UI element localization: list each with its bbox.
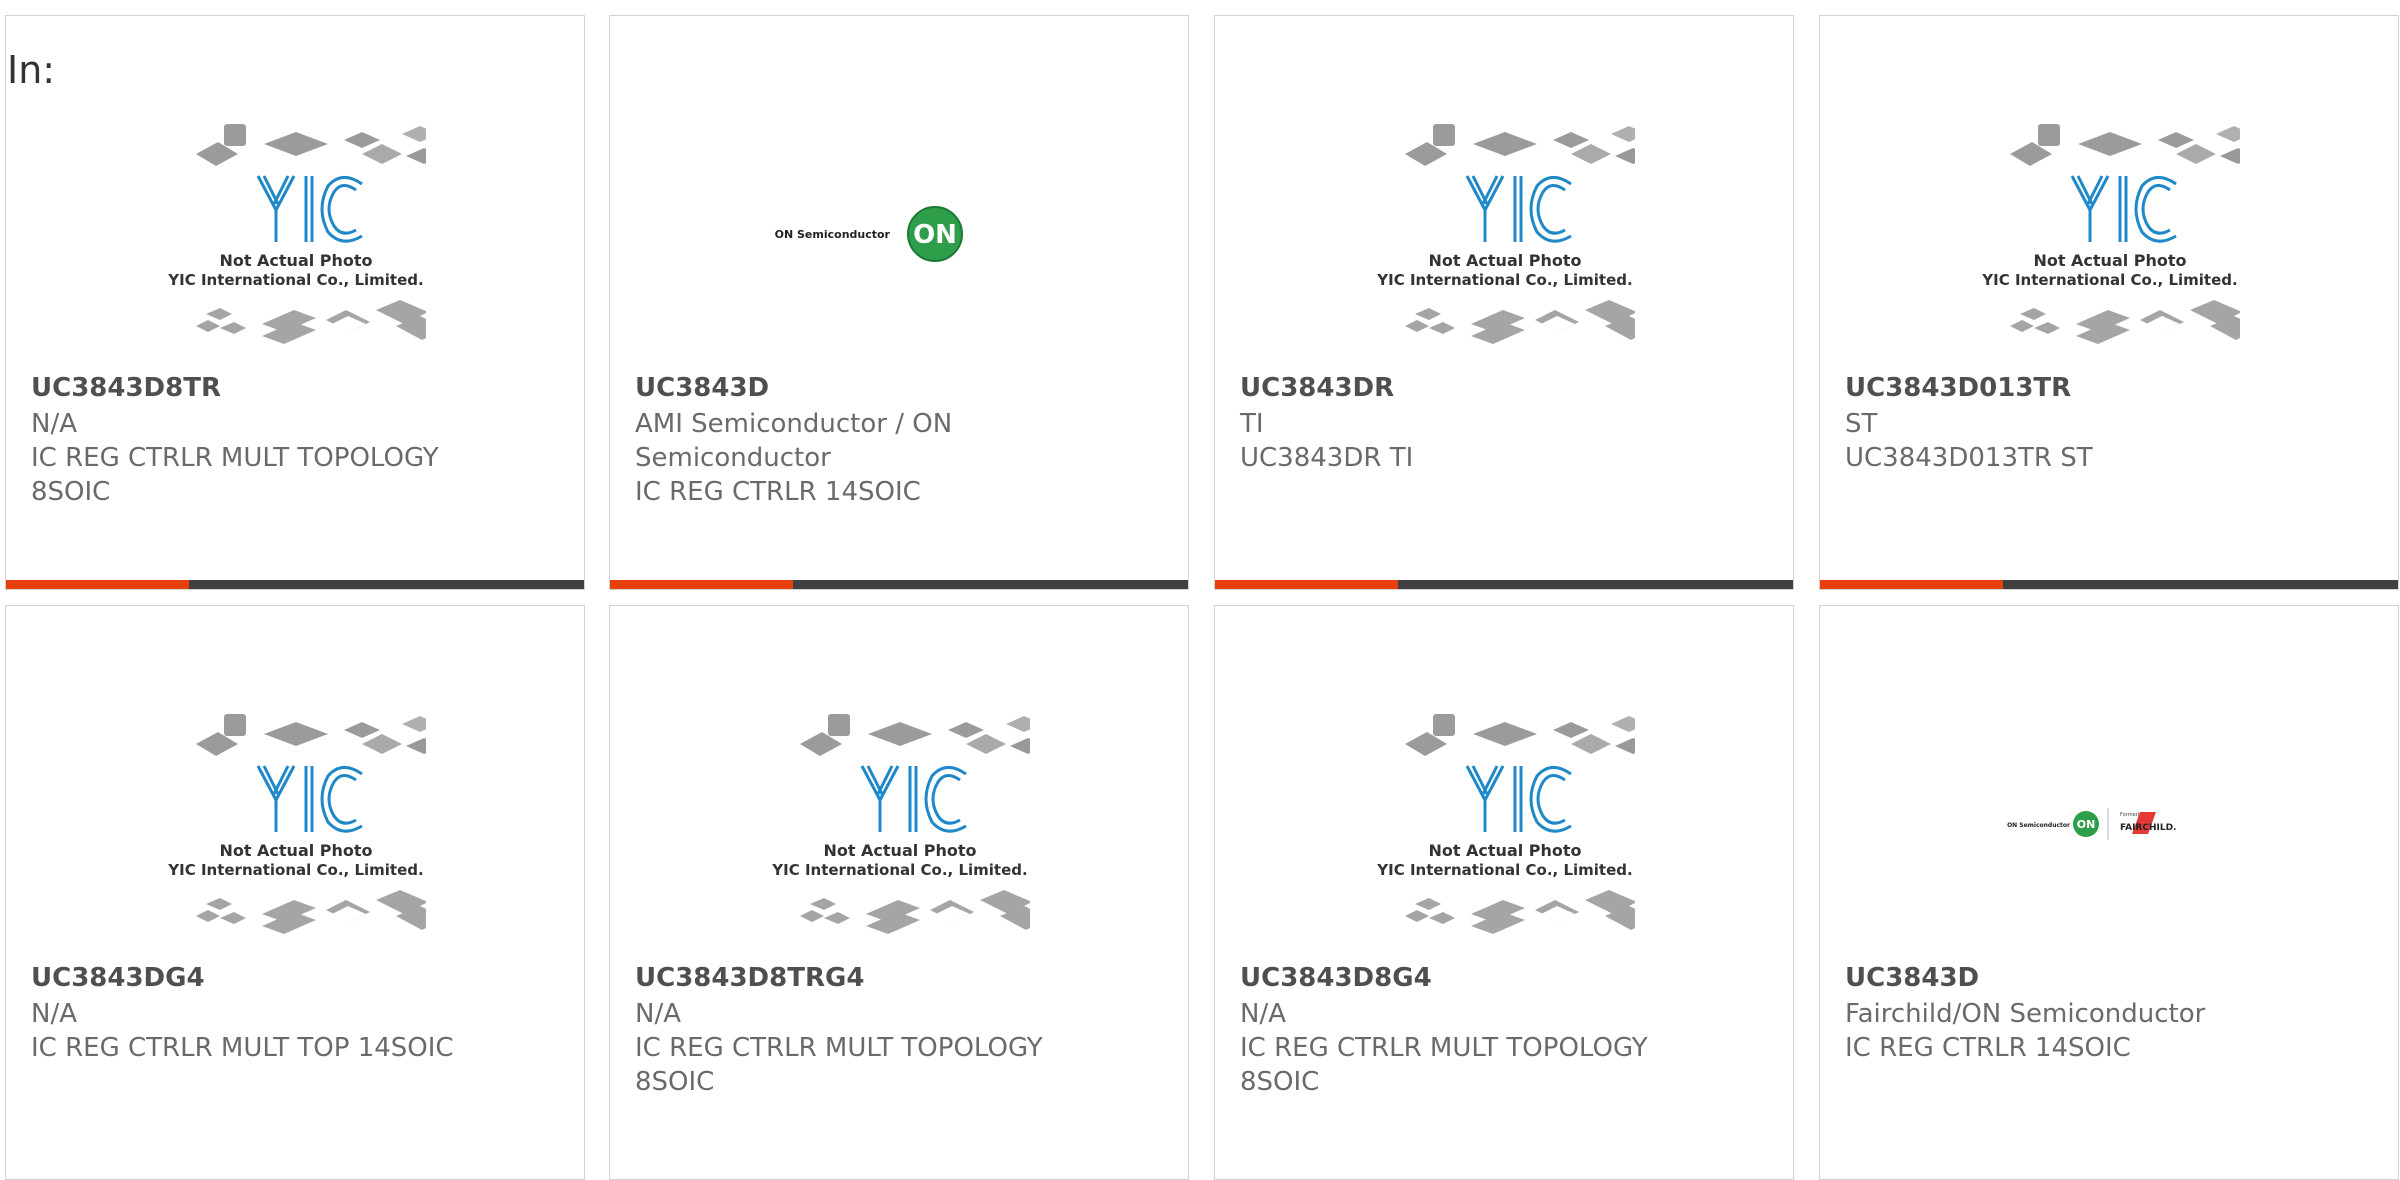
product-image[interactable]: Not Actual Photo YIC International Co., … [121, 694, 471, 954]
product-grid: Not Actual Photo YIC International Co., … [0, 0, 2400, 1180]
yic-placeholder-image: Not Actual Photo YIC International Co., … [1981, 124, 2240, 344]
svg-text:Not Actual Photo: Not Actual Photo [2033, 251, 2186, 270]
on-semiconductor-logo: ON Semiconductor ON [775, 206, 963, 262]
svg-text:ON Semiconductor: ON Semiconductor [775, 228, 891, 241]
product-manufacturer: N/A [31, 409, 77, 439]
card-hover-bar-accent [1820, 580, 2003, 589]
product-part-number[interactable]: UC3843D8TR [31, 371, 564, 405]
product-description-line: IC REG CTRLR MULT TOPOLOGY [635, 1033, 1043, 1063]
product-image[interactable]: Not Actual Photo YIC International Co., … [1330, 104, 1680, 364]
svg-text:Not Actual Photo: Not Actual Photo [1428, 841, 1581, 860]
svg-text:Not Actual Photo: Not Actual Photo [1428, 251, 1581, 270]
filter-in-label: In: [7, 48, 56, 92]
product-card[interactable]: Not Actual Photo YIC International Co., … [5, 15, 585, 590]
card-hover-bar [610, 580, 1188, 589]
product-image[interactable]: Not Actual Photo YIC International Co., … [1330, 694, 1680, 954]
product-card[interactable]: ON Semiconductor ON UC3843D AMI Semicondu… [609, 15, 1189, 590]
product-part-number[interactable]: UC3843D013TR [1845, 371, 2378, 405]
product-card[interactable]: Not Actual Photo YIC International Co., … [5, 605, 585, 1180]
product-card[interactable]: Not Actual Photo YIC International Co., … [1214, 605, 1794, 1180]
svg-text:YIC International Co., Limited: YIC International Co., Limited. [1376, 861, 1632, 879]
svg-text:Not Actual Photo: Not Actual Photo [823, 841, 976, 860]
product-description-line: 8SOIC [635, 1067, 715, 1097]
svg-text:YIC International Co., Limited: YIC International Co., Limited. [771, 861, 1027, 879]
product-card[interactable]: ON Semiconductor ON Formerly FAIRCHILD. … [1819, 605, 2399, 1180]
svg-text:YIC International Co., Limited: YIC International Co., Limited. [1981, 271, 2237, 289]
product-image[interactable]: Not Actual Photo YIC International Co., … [725, 694, 1075, 954]
product-description-line: IC REG CTRLR MULT TOPOLOGY [1240, 1033, 1648, 1063]
product-description-line: IC REG CTRLR 14SOIC [1845, 1033, 2131, 1063]
product-part-number[interactable]: UC3843D8TRG4 [635, 961, 1168, 995]
product-description-line: IC REG CTRLR MULT TOPOLOGY [31, 443, 439, 473]
product-description-line: Semiconductor [635, 443, 831, 473]
card-hover-bar-accent [6, 580, 189, 589]
product-manufacturer: Fairchild/ON Semiconductor [1845, 999, 2206, 1029]
product-manufacturer: AMI Semiconductor / ON [635, 409, 953, 439]
product-description-line: UC3843DR TI [1240, 443, 1414, 473]
yic-placeholder-image: Not Actual Photo YIC International Co., … [167, 714, 426, 934]
product-card[interactable]: Not Actual Photo YIC International Co., … [1819, 15, 2399, 590]
product-part-number[interactable]: UC3843D8G4 [1240, 961, 1773, 995]
svg-text:YIC International Co., Limited: YIC International Co., Limited. [1376, 271, 1632, 289]
product-image[interactable]: ON Semiconductor ON Formerly FAIRCHILD. [1935, 694, 2285, 954]
product-description-line: 8SOIC [1240, 1067, 1320, 1097]
product-image[interactable]: Not Actual Photo YIC International Co., … [1935, 104, 2285, 364]
yic-placeholder-image: Not Actual Photo YIC International Co., … [1376, 124, 1635, 344]
svg-text:ON: ON [2077, 818, 2096, 831]
product-card[interactable]: Not Actual Photo YIC International Co., … [1214, 15, 1794, 590]
product-description-line: IC REG CTRLR 14SOIC [635, 477, 921, 507]
product-description-line: UC3843D013TR ST [1845, 443, 2093, 473]
svg-text:YIC International Co., Limited: YIC International Co., Limited. [167, 271, 423, 289]
card-hover-bar-accent [610, 580, 793, 589]
card-hover-bar [1215, 580, 1793, 589]
svg-text:ON Semiconductor: ON Semiconductor [2007, 822, 2070, 829]
product-part-number[interactable]: UC3843D [635, 371, 1168, 405]
product-part-number[interactable]: UC3843DR [1240, 371, 1773, 405]
svg-text:FAIRCHILD.: FAIRCHILD. [2120, 823, 2176, 833]
product-image[interactable]: ON Semiconductor ON [725, 104, 1075, 364]
product-description-line: IC REG CTRLR MULT TOP 14SOIC [31, 1033, 454, 1063]
product-manufacturer: N/A [635, 999, 681, 1029]
card-hover-bar [1820, 580, 2398, 589]
product-part-number[interactable]: UC3843DG4 [31, 961, 564, 995]
yic-placeholder-image: Not Actual Photo YIC International Co., … [771, 714, 1030, 934]
svg-text:ON: ON [913, 220, 957, 250]
yic-placeholder-image: Not Actual Photo YIC International Co., … [1376, 714, 1635, 934]
card-hover-bar [6, 580, 584, 589]
product-image[interactable]: Not Actual Photo YIC International Co., … [121, 104, 471, 364]
svg-text:Not Actual Photo: Not Actual Photo [219, 841, 372, 860]
svg-text:YIC International Co., Limited: YIC International Co., Limited. [167, 861, 423, 879]
card-hover-bar-accent [1215, 580, 1398, 589]
yic-placeholder-image: Not Actual Photo YIC International Co., … [167, 124, 426, 344]
product-manufacturer: N/A [1240, 999, 1286, 1029]
product-part-number[interactable]: UC3843D [1845, 961, 2378, 995]
svg-text:Not Actual Photo: Not Actual Photo [219, 251, 372, 270]
on-fairchild-logo: ON Semiconductor ON Formerly FAIRCHILD. [2007, 808, 2176, 840]
product-manufacturer: TI [1240, 409, 1264, 439]
product-manufacturer: N/A [31, 999, 77, 1029]
product-card[interactable]: Not Actual Photo YIC International Co., … [609, 605, 1189, 1180]
product-manufacturer: ST [1845, 409, 1878, 439]
product-description-line: 8SOIC [31, 477, 111, 507]
